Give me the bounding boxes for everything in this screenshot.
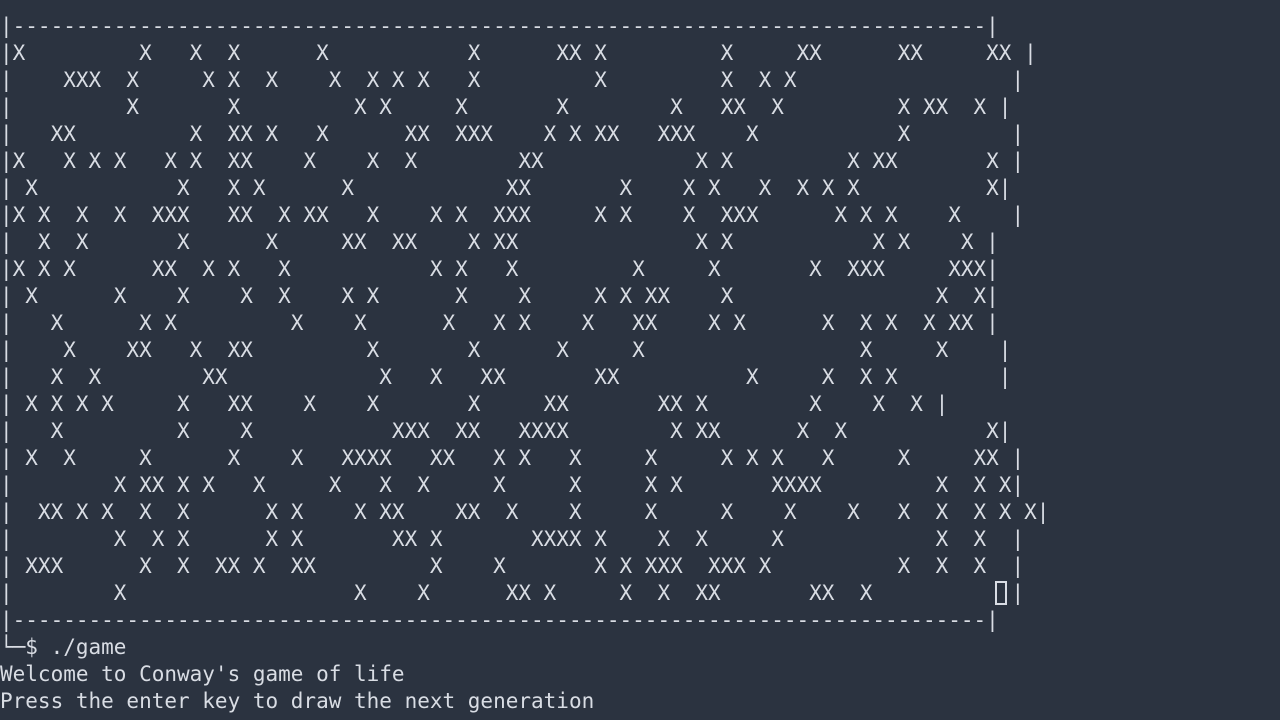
terminal-window[interactable]: |---------------------------------------… xyxy=(0,0,1280,720)
board-row: | X X XX X X XX XX X X X X | xyxy=(0,365,1012,389)
output-line-welcome: Welcome to Conway's game of life xyxy=(0,662,405,686)
board-row: | XXX X X XX X XX X X X X XXX XXX X X X … xyxy=(0,554,1025,578)
board-row: |X X X X X X XX X X X XX X X X XX X | xyxy=(0,149,1025,173)
board-bottom-border: |---------------------------------------… xyxy=(0,608,999,632)
board-row: | X X X X XX XX X XX X X X X X | xyxy=(0,230,999,254)
board-row: | X X X X X XXXX XX X X X X X X X X X XX… xyxy=(0,446,1025,470)
board-row: | X X X XX X X X XX XX X | xyxy=(0,581,1025,605)
output-line-instructions: Press the enter key to draw the next gen… xyxy=(0,689,595,713)
board-row: | XXX X X X X X X X X X X X X X | xyxy=(0,68,1025,92)
board-row: |X X X XX X X X X X X X X X XXX XXX| xyxy=(0,257,999,281)
shell-prompt: └─$ ./game xyxy=(0,635,127,659)
board-row: | X XX X X X X X X X X X X XXXX X X X| xyxy=(0,473,1025,497)
board-row: | X X X X X X X X X X X XX X X X| xyxy=(0,284,999,308)
terminal-cursor xyxy=(995,581,1007,605)
board-row: | X X X X X XX X X X X X X X X| xyxy=(0,176,1012,200)
board-row: | X XX X XX X X X X X X | xyxy=(0,338,1012,362)
board-row: |X X X X X X XX X X XX XX XX | xyxy=(0,41,1037,65)
board-row: | X X X X X XX X XXXX X X X X X X | xyxy=(0,527,1025,551)
board-row: | XX X XX X X XX XXX X X XX XXX X X | xyxy=(0,122,1025,146)
board-row: | X X X XXX XX XXXX X XX X X X| xyxy=(0,419,1012,443)
board-row: | X X X X X XX X X X XX XX X X X X | xyxy=(0,392,949,416)
board-row: |X X X X XXX XX X XX X X X XXX X X X XXX… xyxy=(0,203,1025,227)
board-row: | XX X X X X X X X XX XX X X X X X X X X… xyxy=(0,500,1050,524)
board-top-border: |---------------------------------------… xyxy=(0,14,999,38)
board-row: | X X X X X X X X X XX X X X X X X XX | xyxy=(0,311,999,335)
board-row: | X X X X X X X XX X X XX X | xyxy=(0,95,1012,119)
